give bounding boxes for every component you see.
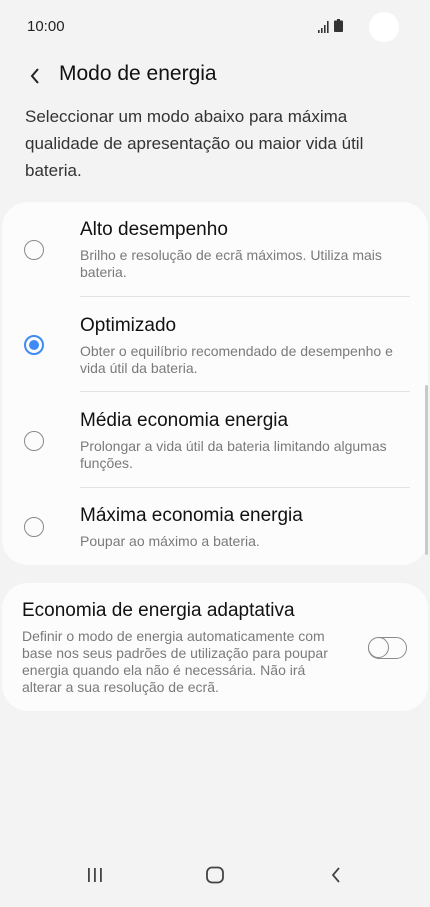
mode-description: Poupar ao máximo a bateria. [80, 533, 260, 549]
nav-back-button[interactable] [316, 860, 356, 890]
home-button[interactable] [195, 860, 235, 890]
page-title: Modo de energia [59, 62, 217, 85]
signal-icon [318, 21, 329, 33]
adaptive-power-saving-setting[interactable]: Economia de energia adaptativa Definir o… [2, 583, 428, 711]
mode-option-medium-saving[interactable]: Média economia energia Prolongar a vida … [2, 392, 428, 488]
radio-button[interactable] [24, 517, 44, 537]
status-bar: 10:00 [0, 0, 430, 56]
chevron-left-icon [30, 68, 39, 84]
mode-title: Optimizado [80, 315, 177, 336]
scrollbar[interactable] [425, 385, 428, 555]
adaptive-toggle-switch[interactable] [368, 637, 407, 659]
toggle-knob [368, 637, 389, 658]
radio-button[interactable] [24, 240, 44, 260]
mode-title: Máxima economia energia [80, 505, 303, 526]
power-modes-list: Alto desempenho Brilho e resolução de ec… [2, 202, 428, 565]
page-description: Seleccionar um modo abaixo para máxima q… [25, 107, 364, 180]
recent-apps-button[interactable] [75, 860, 115, 890]
camera-cutout [369, 12, 399, 42]
back-icon [331, 867, 340, 883]
mode-title: Alto desempenho [80, 219, 228, 240]
mode-option-high-performance[interactable]: Alto desempenho Brilho e resolução de ec… [2, 202, 428, 297]
status-time: 10:00 [27, 18, 65, 35]
radio-button-selected[interactable] [24, 335, 44, 355]
mode-title: Média economia energia [80, 410, 289, 431]
mode-option-optimized[interactable]: Optimizado Obter o equilíbrio recomendad… [2, 297, 428, 392]
header: Modo de energia [0, 56, 430, 96]
mode-option-maximum-saving[interactable]: Máxima economia energia Poupar ao máximo… [2, 488, 428, 565]
mode-description: Prolongar a vida útil da bateria limitan… [80, 438, 387, 471]
radio-button[interactable] [24, 431, 44, 451]
battery-icon [334, 19, 343, 32]
setting-description: Definir o modo de energia automaticament… [22, 628, 328, 695]
mode-description: Brilho e resolução de ecrã máximos. Util… [80, 247, 382, 280]
home-icon [206, 866, 224, 884]
recent-apps-icon [88, 868, 102, 882]
setting-title: Economia de energia adaptativa [22, 600, 295, 621]
navigation-bar [0, 852, 430, 907]
back-button[interactable] [24, 64, 46, 88]
mode-description: Obter o equilíbrio recomendado de desemp… [80, 343, 393, 376]
